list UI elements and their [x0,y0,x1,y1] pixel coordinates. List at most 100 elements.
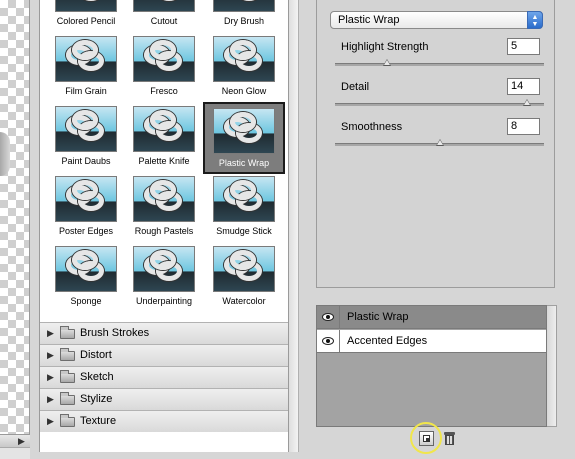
new-effect-layer-icon [423,435,430,442]
layer-visibility-toggle[interactable] [317,330,340,352]
parameter-label: Detail [341,81,370,93]
parameter-label: Smoothness [341,121,403,133]
filter-category-label: Stylize [80,393,113,405]
triangle-right-icon[interactable]: ▶ [47,323,54,344]
slider-thumb-icon[interactable] [523,99,532,106]
knot-ring [230,180,256,200]
filter-category-label: Brush Strokes [80,327,150,339]
knot-ring [72,110,98,130]
filter-thumbnail-label: Cutout [150,16,178,26]
image-preview[interactable]: ▶ [0,0,30,447]
knot-ring [156,0,182,1]
effect-layers-list: Plastic Wrap Accented Edges [316,305,547,427]
filter-preview-image [213,36,275,82]
eye-icon [322,313,334,321]
filter-thumbnail-label: Palette Knife [138,156,190,166]
filter-preview-image [213,0,275,12]
filter-thumbnail[interactable]: Fresco [125,36,203,97]
preview-image-edge [0,132,10,176]
filter-settings-panel: Plastic Wrap ▲ ▼ Highlight Strength 5 Detai… [316,0,555,288]
filter-thumbnail[interactable]: Plastic Wrap [203,102,285,174]
effect-layer-row[interactable]: Plastic Wrap [317,306,546,329]
triangle-right-icon[interactable]: ▶ [47,367,54,388]
filter-thumbnail[interactable]: Rough Pastels [125,176,203,237]
preview-horizontal-scrollbar[interactable]: ▶ [0,434,30,447]
filter-thumbnail[interactable]: Paint Daubs [47,106,125,167]
parameter-value-field[interactable]: 8 [507,118,540,135]
filter-thumbnail-label: Fresco [150,86,178,96]
parameter-value-field[interactable]: 5 [507,38,540,55]
knot-ring [230,40,256,60]
filter-gallery: Colored Pencil Cutout Dry Brush Film Grain F… [39,0,289,452]
filter-category-label: Sketch [80,371,114,383]
filter-thumbnail-label: Neon Glow [221,86,267,96]
filter-thumbnail[interactable]: Underpainting [125,246,203,307]
filter-thumbnail[interactable]: Dry Brush [205,0,283,27]
filter-select[interactable]: Plastic Wrap ▲ ▼ [330,11,543,29]
filter-category[interactable]: ▶ Texture [40,410,288,432]
filter-thumbnail-label: Paint Daubs [61,156,111,166]
knot-ring [78,0,104,1]
filter-thumbnail-label: Smudge Stick [216,226,272,236]
slider-thumb-icon[interactable] [435,139,444,146]
parameter-label: Highlight Strength [341,41,429,53]
triangle-right-icon[interactable]: ▶ [47,411,54,432]
filter-category[interactable]: ▶ Brush Strokes [40,322,288,344]
trash-icon [445,435,454,445]
slider-thumb-icon[interactable] [383,59,392,66]
parameter-slider-track[interactable] [335,63,544,66]
filter-thumbnail[interactable]: Smudge Stick [205,176,283,237]
triangle-right-icon[interactable]: ▶ [47,389,54,410]
filter-thumbnail-label: Underpainting [135,296,193,306]
folder-icon [60,326,75,339]
filter-thumbnail-label: Sponge [70,296,102,306]
effect-layer-row[interactable]: Accented Edges [317,330,546,353]
filter-thumbnail[interactable]: Film Grain [47,36,125,97]
filter-thumbnail-label: Film Grain [65,86,107,96]
filter-preview-image [213,246,275,292]
filter-thumbnail[interactable]: Neon Glow [205,36,283,97]
filter-thumbnail-label: Dry Brush [223,16,264,26]
scroll-right-arrow-icon[interactable]: ▶ [18,436,25,447]
filter-parameter: Highlight Strength 5 [335,38,545,72]
triangle-right-icon[interactable]: ▶ [47,345,54,366]
gallery-scrollbar[interactable] [289,0,299,452]
filter-preview-image [213,108,275,154]
layers-scrollbar[interactable] [547,305,557,427]
filter-preview-image [55,176,117,222]
effect-layer-name: Plastic Wrap [347,311,409,323]
filter-thumbnail[interactable]: Colored Pencil [47,0,125,27]
filter-thumbnail[interactable]: Palette Knife [125,106,203,167]
filter-category[interactable]: ▶ Stylize [40,388,288,410]
filter-category[interactable]: ▶ Sketch [40,366,288,388]
filter-thumbnail-label: Watercolor [222,296,266,306]
parameter-value-field[interactable]: 14 [507,78,540,95]
filter-thumbnail-grid: Colored Pencil Cutout Dry Brush Film Grain F… [40,0,288,320]
knot-ring [150,40,176,60]
filter-category[interactable]: ▶ Distort [40,344,288,366]
filter-thumbnail-label: Poster Edges [58,226,114,236]
delete-effect-layer-button[interactable] [442,431,457,446]
folder-icon [60,414,75,427]
knot-ring [230,112,256,132]
knot-ring [72,40,98,60]
filter-preview-image [133,106,195,152]
filter-thumbnail[interactable]: Sponge [47,246,125,307]
filter-thumbnail[interactable]: Poster Edges [47,176,125,237]
knot-ring [72,180,98,200]
filter-preview-image [133,246,195,292]
up-down-arrows-icon[interactable]: ▲ ▼ [527,11,543,29]
filter-parameter: Smoothness 8 [335,118,545,152]
layer-visibility-toggle[interactable] [317,306,340,328]
status-strip [0,447,30,459]
filter-preview-image [133,36,195,82]
filter-preview-image [213,176,275,222]
filter-thumbnail[interactable]: Watercolor [205,246,283,307]
filter-thumbnail[interactable]: Cutout [125,0,203,27]
knot-ring [236,0,262,1]
filter-preview-image [133,0,195,12]
parameter-slider-track[interactable] [335,103,544,106]
new-effect-layer-button[interactable] [419,431,434,446]
effect-layer-name: Accented Edges [347,335,428,347]
filter-select-value: Plastic Wrap [338,14,400,26]
